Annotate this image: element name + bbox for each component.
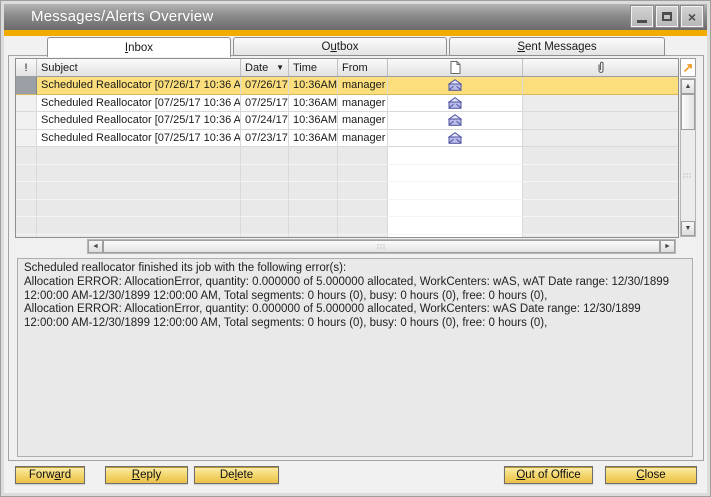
subject-cell[interactable]: Scheduled Reallocator [07/25/17 10:36 AM… — [37, 95, 241, 113]
date-cell[interactable]: 07/23/17 — [241, 130, 289, 148]
subject-cell[interactable]: Scheduled Reallocator [07/25/17 10:36 AM… — [37, 112, 241, 130]
sort-desc-icon: ▼ — [276, 63, 284, 72]
subject-cell[interactable]: Scheduled Reallocator [07/25/17 10:36 AM… — [37, 130, 241, 148]
close-window-button[interactable]: × — [681, 6, 703, 27]
minimize-icon — [637, 20, 647, 23]
time-cell[interactable]: 10:36AM — [289, 130, 338, 148]
table-row-empty — [16, 182, 678, 200]
scroll-right-icon: ► — [664, 243, 671, 250]
scroll-down-button[interactable]: ▼ — [681, 221, 695, 236]
row-selector-cell[interactable] — [16, 112, 37, 130]
attachment-cell[interactable] — [523, 112, 678, 130]
title-bar: Messages/Alerts Overview × — [4, 4, 707, 30]
tab-outbox[interactable]: Outbox — [233, 37, 447, 56]
tab-inbox[interactable]: Inbox — [47, 37, 231, 57]
column-header-subject[interactable]: Subject — [37, 59, 241, 76]
date-cell[interactable]: 07/25/17 — [241, 95, 289, 113]
column-header-priority[interactable]: ! — [16, 59, 37, 76]
document-icon — [450, 61, 461, 74]
from-cell[interactable]: manager — [338, 77, 388, 95]
table-row[interactable]: Scheduled Reallocator [07/25/17 10:36 AM… — [16, 130, 678, 148]
window-title: Messages/Alerts Overview — [31, 8, 213, 25]
table-row-empty — [16, 165, 678, 183]
accent-gold-bar — [4, 30, 707, 36]
date-cell[interactable]: 07/24/17 — [241, 112, 289, 130]
row-selector-cell[interactable] — [16, 77, 37, 95]
message-cell[interactable] — [388, 95, 523, 113]
reply-button[interactable]: Reply — [105, 466, 188, 484]
table-header-row: ! Subject Date▼ Time From — [16, 59, 678, 77]
attachment-cell[interactable] — [523, 95, 678, 113]
time-cell[interactable]: 10:36AM — [289, 77, 338, 95]
paperclip-icon — [597, 61, 605, 74]
time-cell[interactable]: 10:36AM — [289, 112, 338, 130]
envelope-open-icon — [448, 114, 462, 126]
horizontal-scrollbar-thumb[interactable] — [103, 240, 660, 253]
from-cell[interactable]: manager — [338, 130, 388, 148]
delete-button[interactable]: Delete — [194, 466, 279, 484]
attachment-cell[interactable] — [523, 130, 678, 148]
row-selector-cell[interactable] — [16, 95, 37, 113]
scroll-left-icon: ◄ — [92, 243, 99, 250]
message-cell[interactable] — [388, 130, 523, 148]
close-button[interactable]: Close — [605, 466, 697, 484]
close-icon: × — [688, 10, 696, 24]
scroll-down-icon: ▼ — [685, 225, 692, 232]
row-selector-cell[interactable] — [16, 130, 37, 148]
scroll-up-icon: ▲ — [685, 83, 692, 90]
table-row[interactable]: Scheduled Reallocator [07/26/17 10:36 AM… — [16, 77, 678, 95]
expand-arrow-icon: ↗ — [683, 60, 694, 76]
table-row[interactable]: Scheduled Reallocator [07/25/17 10:36 AM… — [16, 112, 678, 130]
message-cell[interactable] — [388, 77, 523, 95]
envelope-open-icon — [448, 79, 462, 91]
column-header-from[interactable]: From — [338, 59, 388, 76]
vertical-scrollbar[interactable]: ▲ ▼ — [680, 78, 696, 237]
time-cell[interactable]: 10:36AM — [289, 95, 338, 113]
message-cell[interactable] — [388, 112, 523, 130]
horizontal-scrollbar[interactable]: ◄ ► — [87, 239, 676, 254]
column-header-time[interactable]: Time — [289, 59, 338, 76]
scroll-left-button[interactable]: ◄ — [88, 240, 103, 253]
out-of-office-button[interactable]: Out of Office — [504, 466, 593, 484]
table-row-empty — [16, 200, 678, 218]
messages-alerts-window: Messages/Alerts Overview × Inbox Outbox … — [0, 0, 711, 497]
maximize-icon — [662, 12, 672, 21]
table-row-empty — [16, 235, 678, 239]
table-row-empty — [16, 217, 678, 235]
scroll-right-button[interactable]: ► — [660, 240, 675, 253]
attachment-cell[interactable] — [523, 77, 678, 95]
minimize-button[interactable] — [631, 6, 653, 27]
inbox-message-table: ! Subject Date▼ Time From Scheduled Real… — [15, 58, 679, 238]
envelope-open-icon — [448, 132, 462, 144]
table-row[interactable]: Scheduled Reallocator [07/25/17 10:36 AM… — [16, 95, 678, 113]
forward-button[interactable]: Forward — [15, 466, 85, 484]
envelope-open-icon — [448, 97, 462, 109]
vertical-scrollbar-track[interactable] — [681, 130, 695, 221]
expand-grid-button[interactable]: ↗ — [680, 58, 696, 77]
column-header-date[interactable]: Date▼ — [241, 59, 289, 76]
tab-sent-messages[interactable]: Sent Messages — [449, 37, 665, 56]
column-header-document[interactable] — [388, 59, 523, 76]
vertical-scrollbar-thumb[interactable] — [681, 94, 695, 130]
scrollbar-grip[interactable] — [684, 173, 693, 178]
maximize-button[interactable] — [656, 6, 678, 27]
from-cell[interactable]: manager — [338, 112, 388, 130]
message-preview-pane[interactable]: Scheduled reallocator finished its job w… — [17, 258, 693, 457]
from-cell[interactable]: manager — [338, 95, 388, 113]
scroll-up-button[interactable]: ▲ — [681, 79, 695, 94]
column-header-attachment[interactable] — [523, 59, 678, 76]
scrollbar-grip[interactable] — [377, 244, 386, 249]
table-row-empty — [16, 147, 678, 165]
date-cell[interactable]: 07/26/17 — [241, 77, 289, 95]
subject-cell[interactable]: Scheduled Reallocator [07/26/17 10:36 AM… — [37, 77, 241, 95]
